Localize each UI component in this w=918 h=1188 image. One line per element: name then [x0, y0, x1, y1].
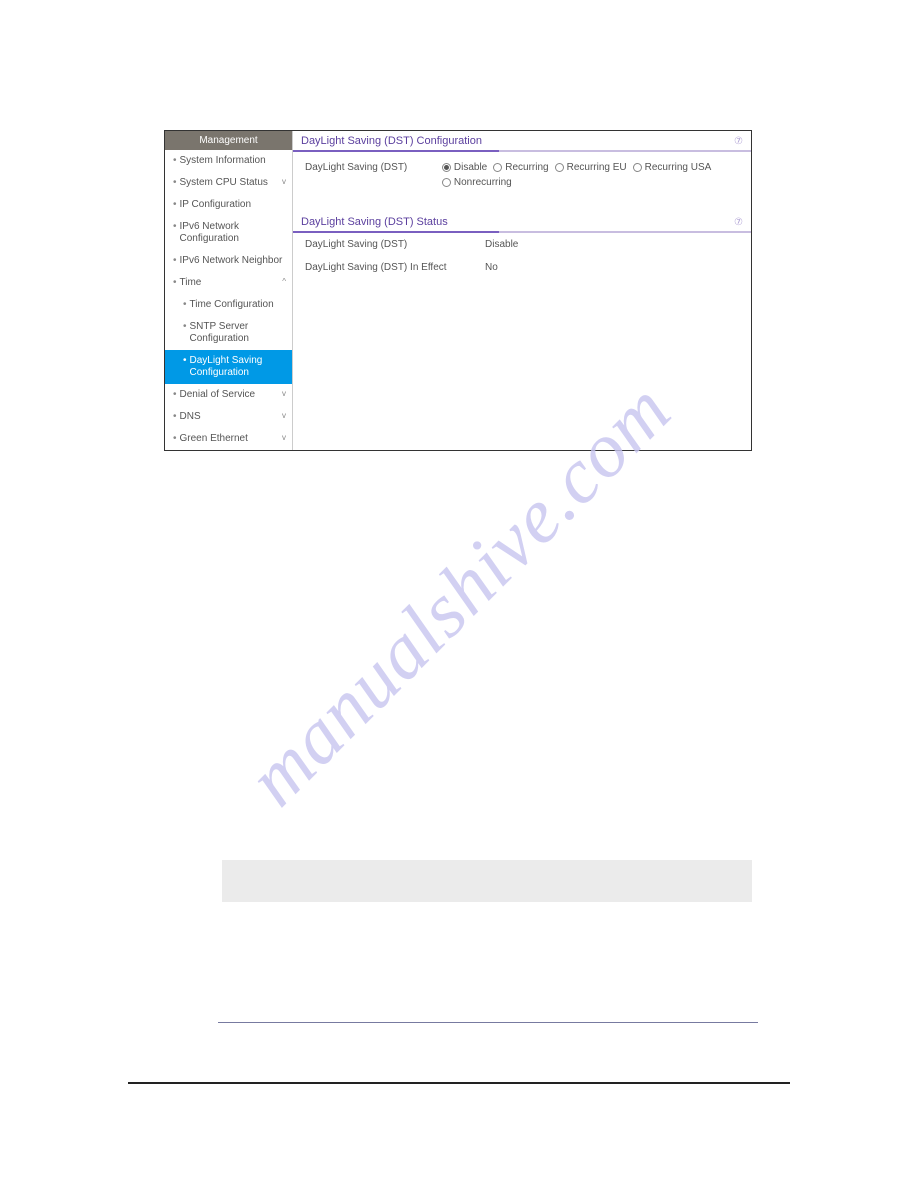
- section-title-status: DayLight Saving (DST) Status ⑦: [293, 212, 751, 233]
- nav-sntp-server-configuration[interactable]: •SNTP Server Configuration: [165, 316, 292, 350]
- nav-system-information[interactable]: •System Information: [165, 150, 292, 172]
- status-row-dst-in-effect: DayLight Saving (DST) In Effect No: [293, 256, 751, 279]
- radio-recurring-usa[interactable]: Recurring USA: [633, 162, 712, 173]
- radio-icon: [442, 163, 451, 172]
- nav-label: Denial of Service: [180, 389, 256, 401]
- bullet-icon: •: [183, 355, 187, 367]
- section-title-configuration: DayLight Saving (DST) Configuration ⑦: [293, 131, 751, 152]
- bullet-icon: •: [173, 389, 177, 401]
- nav-ipv6-network-configuration[interactable]: •IPv6 Network Configuration: [165, 216, 292, 250]
- bullet-icon: •: [173, 199, 177, 211]
- radio-icon: [555, 163, 564, 172]
- separator-line: [218, 1022, 758, 1023]
- sidebar: Management •System Information •System C…: [165, 131, 293, 450]
- dst-config-row: DayLight Saving (DST) Disable Recurring …: [293, 152, 751, 194]
- radio-recurring[interactable]: Recurring: [493, 162, 548, 173]
- gray-band: [222, 860, 752, 902]
- nav-ip-configuration[interactable]: •IP Configuration: [165, 194, 292, 216]
- bullet-icon: •: [183, 321, 187, 333]
- nav-label: SNTP Server Configuration: [190, 321, 286, 345]
- radio-disable[interactable]: Disable: [442, 162, 487, 173]
- nav-label: IP Configuration: [180, 199, 252, 211]
- help-icon[interactable]: ⑦: [734, 217, 743, 228]
- chevron-down-icon: v: [279, 389, 286, 399]
- status-label: DayLight Saving (DST) In Effect: [305, 262, 485, 273]
- chevron-down-icon: v: [279, 411, 286, 421]
- bullet-icon: •: [173, 177, 177, 189]
- status-value: Disable: [485, 239, 518, 250]
- bullet-icon: •: [173, 255, 177, 267]
- bullet-icon: •: [173, 277, 177, 289]
- radio-label: Recurring: [505, 162, 548, 173]
- radio-label: Nonrecurring: [454, 177, 512, 188]
- chevron-down-icon: v: [279, 177, 286, 187]
- nav-label: Green Ethernet: [180, 433, 248, 445]
- radio-recurring-eu[interactable]: Recurring EU: [555, 162, 627, 173]
- status-row-dst: DayLight Saving (DST) Disable: [293, 233, 751, 256]
- nav-time[interactable]: •Time ^: [165, 272, 292, 294]
- nav-time-configuration[interactable]: •Time Configuration: [165, 294, 292, 316]
- sidebar-header: Management: [165, 131, 292, 150]
- nav-label: DayLight Saving Configuration: [190, 355, 286, 379]
- config-screenshot: Management •System Information •System C…: [164, 130, 752, 451]
- bullet-icon: •: [183, 299, 187, 311]
- radio-label: Recurring EU: [567, 162, 627, 173]
- bullet-icon: •: [173, 221, 177, 233]
- section-title-text: DayLight Saving (DST) Status: [301, 216, 448, 228]
- radio-label: Disable: [454, 162, 487, 173]
- nav-label: IPv6 Network Configuration: [180, 221, 286, 245]
- bullet-icon: •: [173, 433, 177, 445]
- radio-icon: [442, 178, 451, 187]
- nav-label: DNS: [180, 411, 201, 423]
- nav-denial-of-service[interactable]: •Denial of Service v: [165, 384, 292, 406]
- nav-green-ethernet[interactable]: •Green Ethernet v: [165, 428, 292, 450]
- page-rule: [128, 1082, 790, 1084]
- nav-label: Time: [180, 277, 202, 289]
- nav-ipv6-network-neighbor[interactable]: •IPv6 Network Neighbor: [165, 250, 292, 272]
- bullet-icon: •: [173, 155, 177, 167]
- status-label: DayLight Saving (DST): [305, 239, 485, 250]
- nav-label: Time Configuration: [190, 299, 274, 311]
- radio-icon: [493, 163, 502, 172]
- nav-label: IPv6 Network Neighbor: [180, 255, 283, 267]
- chevron-up-icon: ^: [279, 277, 286, 287]
- dst-radio-group: Disable Recurring Recurring EU Recurring…: [442, 162, 739, 188]
- chevron-down-icon: v: [279, 433, 286, 443]
- section-title-text: DayLight Saving (DST) Configuration: [301, 135, 482, 147]
- radio-icon: [633, 163, 642, 172]
- help-icon[interactable]: ⑦: [734, 136, 743, 147]
- radio-label: Recurring USA: [645, 162, 712, 173]
- content-panel: DayLight Saving (DST) Configuration ⑦ Da…: [293, 131, 751, 450]
- nav-system-cpu-status[interactable]: •System CPU Status v: [165, 172, 292, 194]
- dst-field-label: DayLight Saving (DST): [305, 162, 442, 188]
- radio-nonrecurring[interactable]: Nonrecurring: [442, 177, 512, 188]
- status-value: No: [485, 262, 498, 273]
- bullet-icon: •: [173, 411, 177, 423]
- nav-label: System Information: [180, 155, 266, 167]
- nav-label: System CPU Status: [180, 177, 268, 189]
- nav-daylight-saving-configuration[interactable]: •DayLight Saving Configuration: [165, 350, 292, 384]
- nav-dns[interactable]: •DNS v: [165, 406, 292, 428]
